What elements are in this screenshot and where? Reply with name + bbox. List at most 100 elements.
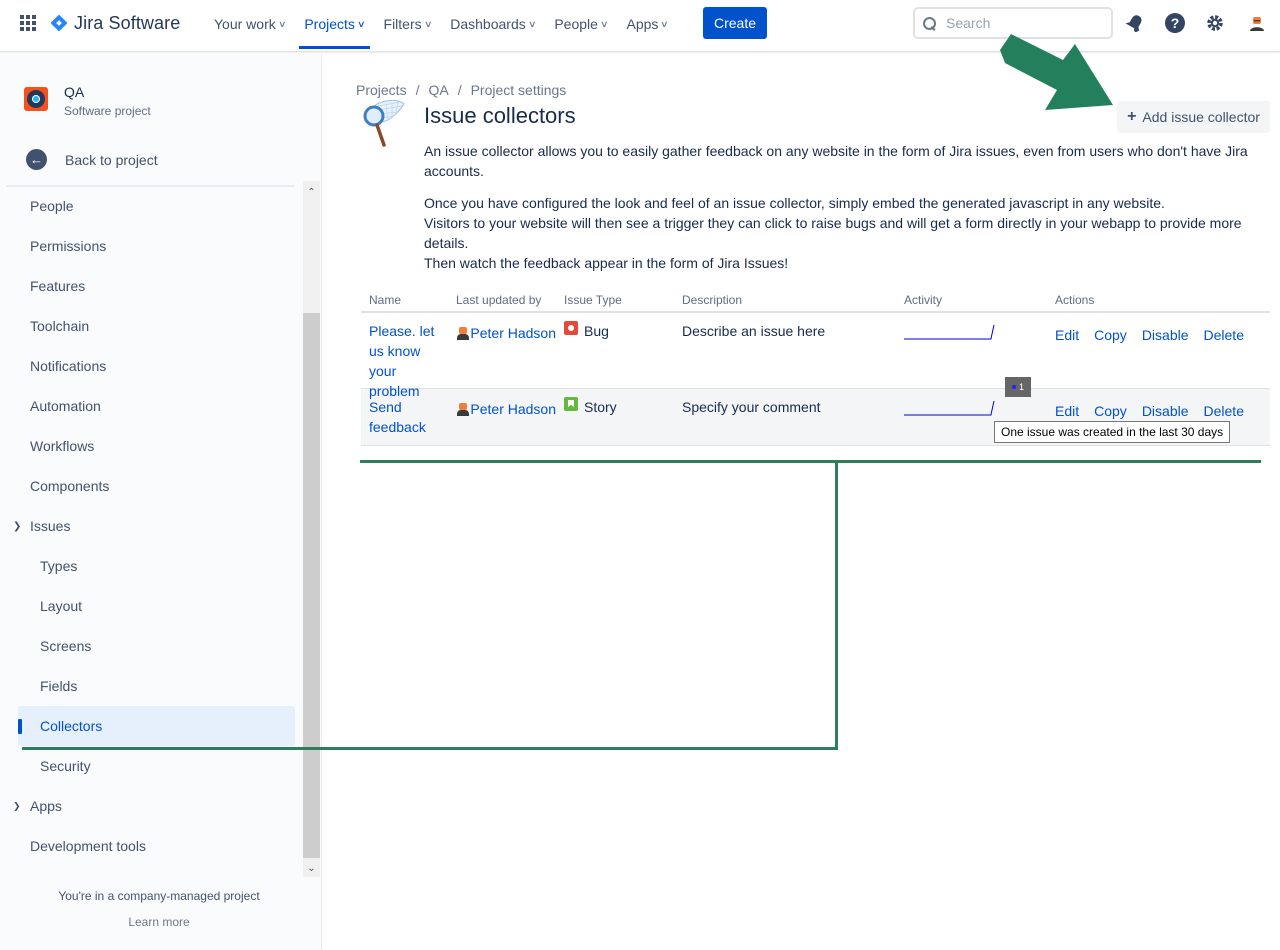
delete-link[interactable]: Delete — [1204, 325, 1244, 345]
sidebar-item-label: People — [30, 198, 74, 214]
project-avatar-icon — [24, 87, 48, 111]
collector-description: Describe an issue here — [682, 323, 826, 339]
sidebar-item-issues[interactable]: ❯ Issues — [0, 506, 300, 546]
sidebar-item-types[interactable]: Types — [0, 546, 300, 586]
search-input[interactable] — [946, 15, 1096, 31]
app-name: Jira Software — [74, 12, 181, 33]
sidebar-item-permissions[interactable]: Permissions — [0, 226, 300, 266]
plus-icon: + — [1127, 108, 1137, 125]
user-avatar — [456, 402, 470, 416]
sidebar-item-development-tools[interactable]: Development tools — [0, 826, 300, 866]
sidebar-item-label: Permissions — [30, 238, 107, 254]
project-sidebar: QA Software project ← Back to project Pe… — [0, 53, 322, 950]
breadcrumb-separator: / — [415, 82, 420, 98]
sidebar-item-notifications[interactable]: Notifications — [0, 346, 300, 386]
collector-name-link[interactable]: Send feedback — [369, 399, 426, 435]
activity-line — [904, 400, 995, 416]
chevron-down-icon: ∨ — [423, 18, 433, 29]
edit-link[interactable]: Edit — [1055, 325, 1079, 345]
nav-projects[interactable]: Projects ∨ — [296, 0, 372, 49]
sidebar-item-toolchain[interactable]: Toolchain — [0, 306, 300, 346]
sidebar-item-features[interactable]: Features — [0, 266, 300, 306]
collector-description: Specify your comment — [682, 399, 821, 415]
nav-apps[interactable]: Apps ∨ — [619, 0, 677, 48]
nav-dashboards[interactable]: Dashboards ∨ — [442, 0, 543, 48]
sidebar-item-collectors[interactable]: Collectors — [18, 706, 295, 746]
help-icon[interactable]: ? — [1164, 12, 1186, 34]
settings-icon[interactable] — [1204, 12, 1226, 34]
nav-menu: Your work ∨ Projects ∨ Filters ∨ Dashboards… — [206, 0, 679, 52]
project-name: QA — [64, 84, 85, 100]
story-icon — [564, 397, 578, 411]
sidebar-item-label: Screens — [40, 638, 92, 654]
sidebar-item-label: Layout — [40, 598, 83, 614]
add-issue-collector-button[interactable]: + Add issue collector — [1117, 101, 1270, 133]
sidebar-footer: You're in a company-managed project Lear… — [0, 889, 318, 929]
breadcrumb-projects[interactable]: Projects — [356, 82, 407, 98]
project-type: Software project — [64, 104, 151, 118]
description-paragraph: Visitors to your website will then see a… — [424, 215, 1242, 251]
sidebar-item-workflows[interactable]: Workflows — [0, 426, 300, 466]
scroll-down-icon[interactable]: ⌄ — [303, 860, 320, 877]
project-type-note: You're in a company-managed project — [58, 889, 260, 903]
breadcrumb-project-settings[interactable]: Project settings — [471, 82, 567, 98]
scroll-up-icon[interactable]: ⌃ — [303, 184, 320, 201]
column-header-activity: Activity — [904, 293, 943, 307]
nav-your-work[interactable]: Your work ∨ — [206, 0, 293, 48]
breadcrumb-separator: / — [457, 82, 462, 98]
create-button[interactable]: Create — [703, 7, 767, 39]
sidebar-item-label: Notifications — [30, 358, 107, 374]
activity-sparkline[interactable] — [904, 399, 1004, 417]
sidebar-item-label: Types — [40, 558, 78, 574]
issue-type-label: Bug — [584, 323, 609, 339]
user-link[interactable]: Peter Hadson — [470, 323, 556, 343]
nav-people[interactable]: People ∨ — [546, 0, 615, 48]
description-paragraph: An issue collector allows you to easily … — [424, 143, 1248, 179]
sidebar-item-people[interactable]: People — [0, 186, 300, 226]
profile-avatar[interactable] — [1246, 12, 1268, 34]
sidebar-item-security[interactable]: Security — [0, 746, 300, 786]
chevron-down-icon: ∨ — [599, 18, 609, 29]
user-link[interactable]: Peter Hadson — [470, 399, 556, 419]
sidebar-item-layout[interactable]: Layout — [0, 586, 300, 626]
sidebar-item-apps[interactable]: ❯ Apps — [0, 786, 300, 826]
sidebar-item-label: Components — [30, 478, 110, 494]
edit-link[interactable]: Edit — [1055, 401, 1079, 421]
nav-filters[interactable]: Filters ∨ — [376, 0, 440, 48]
copy-link[interactable]: Copy — [1094, 401, 1127, 421]
notifications-icon[interactable] — [1124, 12, 1146, 34]
column-header-last-updated-by: Last updated by — [456, 293, 542, 307]
arrow-left-icon: ← — [26, 149, 47, 170]
back-to-project-link[interactable]: ← Back to project — [26, 149, 158, 170]
nav-label: Apps — [626, 16, 659, 32]
learn-more-link[interactable]: Learn more — [128, 915, 189, 929]
sidebar-item-components[interactable]: Components — [0, 466, 300, 506]
delete-link[interactable]: Delete — [1204, 401, 1244, 421]
sidebar-item-fields[interactable]: Fields — [0, 666, 300, 706]
nav-label: Projects — [304, 16, 355, 32]
sidebar-item-label: Automation — [30, 398, 101, 414]
chevron-down-icon: ❯ — [13, 520, 22, 532]
description-paragraph: Then watch the feedback appear in the fo… — [424, 255, 789, 271]
chevron-down-icon: ∨ — [277, 18, 287, 29]
activity-sparkline[interactable] — [904, 323, 1004, 341]
breadcrumb-qa[interactable]: QA — [428, 82, 448, 98]
copy-link[interactable]: Copy — [1094, 325, 1127, 345]
scrollbar-thumb[interactable] — [303, 313, 320, 858]
jira-logo-icon — [50, 14, 68, 32]
annotation-line — [360, 460, 1261, 463]
table-header: Name Last updated by Issue Type Descript… — [361, 289, 1270, 313]
disable-link[interactable]: Disable — [1142, 401, 1189, 421]
sidebar-item-automation[interactable]: Automation — [0, 386, 300, 426]
column-header-description: Description — [682, 293, 743, 307]
app-switcher-icon[interactable] — [20, 15, 36, 31]
collector-name-link[interactable]: Please. let us know your problem — [369, 323, 434, 399]
activity-tooltip: One issue was created in the last 30 day… — [994, 421, 1231, 443]
disable-link[interactable]: Disable — [1142, 325, 1189, 345]
series-dot-icon — [1011, 385, 1016, 389]
chevron-down-icon: ∨ — [660, 18, 670, 29]
sidebar-scrollbar[interactable]: ⌃ ⌄ — [303, 181, 320, 877]
sidebar-item-screens[interactable]: Screens — [0, 626, 300, 666]
issue-collector-net-icon — [360, 99, 406, 150]
jira-logo[interactable]: Jira Software — [50, 12, 180, 34]
